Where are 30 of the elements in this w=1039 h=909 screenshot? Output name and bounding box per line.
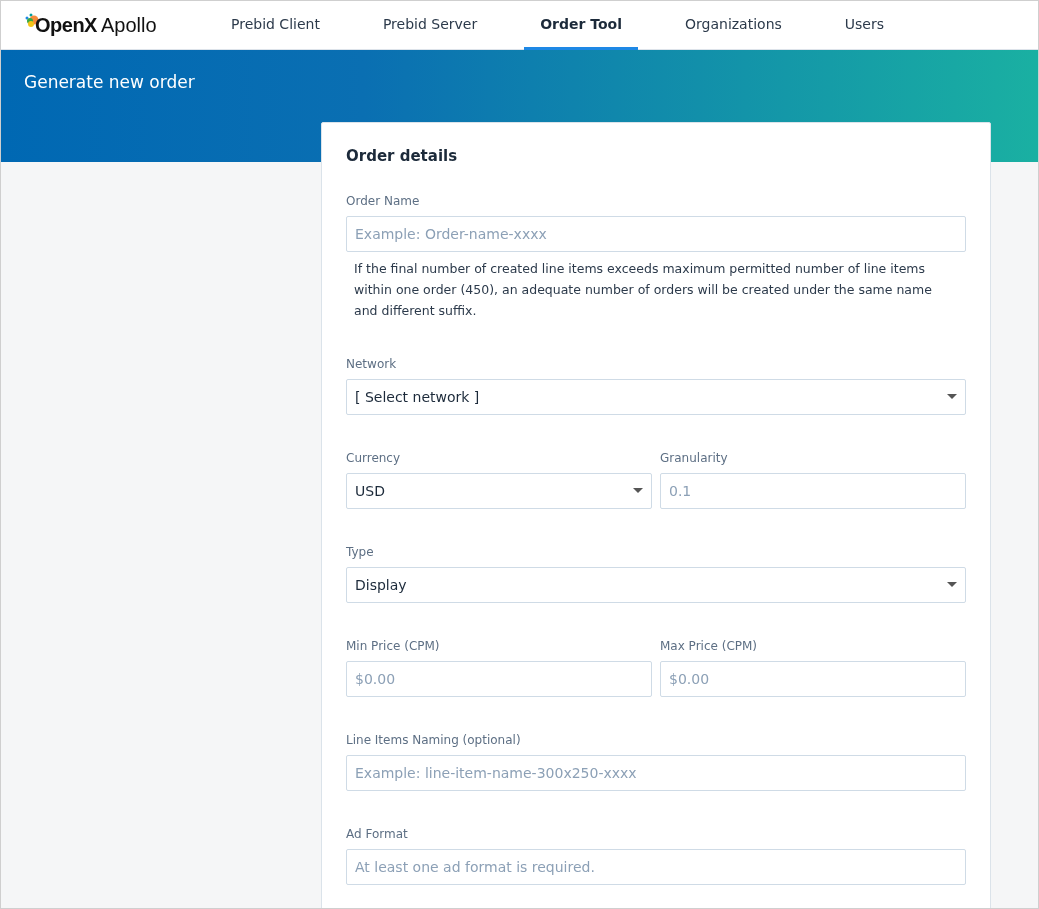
input-field[interactable]: $0.00 — [660, 661, 966, 697]
nav-tab[interactable]: Prebid Client — [215, 1, 336, 50]
field-label: Network — [346, 356, 398, 372]
logo-brand: OpenX — [35, 13, 97, 37]
input-field[interactable]: 0.1 — [660, 473, 966, 509]
field-label: Order Name — [346, 193, 421, 209]
select-field[interactable]: USD — [346, 473, 652, 509]
nav-tab[interactable]: Users — [828, 1, 901, 50]
nav-tab[interactable]: Organizations — [669, 1, 798, 50]
input-field[interactable]: Example: line-item-name-300x250-xxxx — [346, 755, 966, 791]
page-title: Generate new order — [23, 71, 196, 92]
field-label: Max Price (CPM) — [660, 638, 759, 654]
field-label: Min Price (CPM) — [346, 638, 441, 654]
caret-icon — [633, 488, 643, 494]
select-field[interactable]: [ Select network ] — [346, 379, 966, 415]
input-field[interactable]: Example: Order-name-xxxx — [346, 216, 966, 252]
select-field[interactable]: Display — [346, 567, 966, 603]
input-field[interactable]: $0.00 — [346, 661, 652, 697]
input-field[interactable]: At least one ad format is required. — [346, 849, 966, 885]
field-label: Granularity — [660, 450, 729, 466]
field-label: Type — [346, 544, 375, 560]
field-label: Line Items Naming (optional) — [346, 732, 522, 748]
card-title: Order details — [346, 147, 459, 165]
nav-tab[interactable]: Prebid Server — [366, 1, 494, 50]
caret-icon — [947, 394, 957, 400]
caret-icon — [947, 582, 957, 588]
field-label: Ad Format — [346, 826, 409, 842]
field-label: Currency — [346, 450, 402, 466]
logo-product: Apollo — [100, 13, 157, 37]
hint-text: If the final number of created line items exceeds maximum permitted number of line items within one order (450), an adequate number of orders will be created under the same name and different suffix. — [353, 260, 933, 320]
